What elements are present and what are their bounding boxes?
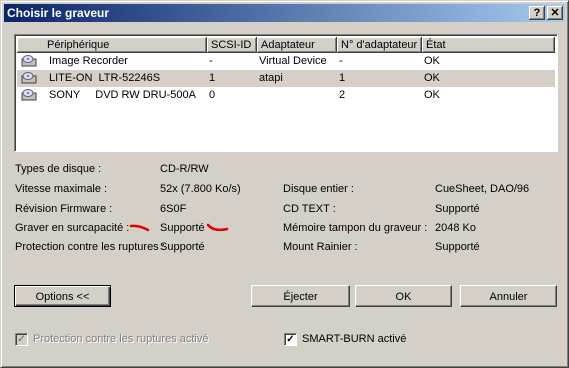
max-speed-value: 52x (7.800 Ko/s) [160, 183, 241, 195]
drive-icon [21, 72, 37, 84]
drive-icon [21, 55, 37, 67]
device-name: SONY DVD RW DRU-500A [49, 89, 196, 101]
title-bar[interactable]: Choisir le graveur ? ✕ [4, 4, 565, 22]
disc-types-value: CD-R/RW [160, 163, 209, 175]
smart-burn-checkbox[interactable]: ✓ [284, 333, 297, 346]
cd-text-value: Supporté [435, 203, 480, 215]
device-adapter [259, 87, 337, 104]
cancel-button[interactable]: Annuler [460, 285, 557, 307]
close-button[interactable]: ✕ [547, 6, 563, 20]
choose-burner-dialog: Choisir le graveur ? ✕ Périphérique SCSI… [0, 0, 569, 368]
smart-burn-checkbox-label: SMART-BURN activé [302, 333, 407, 345]
options-button[interactable]: Options << [14, 285, 111, 307]
column-header-adapter[interactable]: Adaptateur [257, 37, 337, 53]
close-icon: ✕ [550, 7, 560, 19]
device-name: Image Recorder [49, 55, 128, 67]
device-state: OK [424, 89, 440, 101]
overburn-label: Graver en surcapacité : [15, 222, 130, 234]
cd-text-label: CD TEXT : [283, 203, 336, 215]
device-adapter-number: - [339, 55, 343, 67]
firmware-label: Révision Firmware : [15, 203, 113, 215]
overburn-value: Supporté [160, 222, 205, 234]
max-speed-label: Vitesse maximale : [15, 183, 108, 195]
eject-button[interactable]: Éjecter [251, 285, 350, 307]
device-adapter: atapi [259, 72, 283, 84]
checkmark-icon: ✓ [286, 334, 295, 345]
mount-rainier-value: Supporté [435, 241, 480, 253]
device-state: OK [424, 55, 440, 67]
buffer-label: Mémoire tampon du graveur : [283, 222, 428, 234]
device-adapter-number: 1 [339, 72, 346, 84]
device-adapter-number: 2 [339, 89, 346, 101]
device-scsi-id: - [209, 55, 213, 67]
device-row[interactable]: Image Recorder - Virtual Device - OK [17, 53, 555, 70]
device-row[interactable]: SONY DVD RW DRU-500A 0 2 OK [17, 87, 555, 104]
underrun-protection-checkbox[interactable]: ✓ [15, 333, 28, 346]
underrun-protection-checkbox-label: Protection contre les ruptures activé [33, 333, 209, 345]
device-scsi-id: 1 [209, 72, 216, 84]
column-header-adapter-number[interactable]: N° d'adaptateur [337, 37, 422, 53]
disc-types-label: Types de disque : [15, 163, 102, 175]
column-header-device[interactable]: Périphérique [17, 37, 207, 53]
device-name: LITE-ON LTR-52246S [49, 72, 161, 84]
device-row-selected[interactable]: LITE-ON LTR-52246S 1 atapi 1 OK [17, 70, 555, 87]
firmware-value: 6S0F [160, 203, 187, 215]
drive-icon [21, 89, 37, 101]
whole-disc-value: CueSheet, DAO/96 [435, 183, 530, 195]
underrun-protection-value: Supporté [160, 241, 205, 253]
device-list[interactable]: Périphérique SCSI-ID Adaptateur N° d'ada… [14, 34, 558, 152]
mount-rainier-label: Mount Rainier : [283, 241, 358, 253]
device-adapter: Virtual Device [259, 55, 327, 67]
red-annotation-mark-left [129, 224, 150, 232]
buffer-value: 2048 Ko [435, 222, 476, 234]
red-annotation-mark-right [206, 223, 229, 232]
help-button[interactable]: ? [529, 6, 545, 20]
column-header-state[interactable]: État [422, 37, 555, 53]
device-list-header: Périphérique SCSI-ID Adaptateur N° d'ada… [17, 37, 555, 53]
device-state: OK [424, 72, 440, 84]
device-scsi-id: 0 [209, 89, 216, 101]
column-header-scsi-id[interactable]: SCSI-ID [207, 37, 257, 53]
whole-disc-label: Disque entier : [283, 183, 354, 195]
ok-button[interactable]: OK [355, 285, 452, 307]
underrun-protection-label: Protection contre les ruptures : [15, 241, 165, 253]
checkmark-icon: ✓ [17, 334, 26, 345]
window-title: Choisir le graveur [7, 6, 110, 20]
